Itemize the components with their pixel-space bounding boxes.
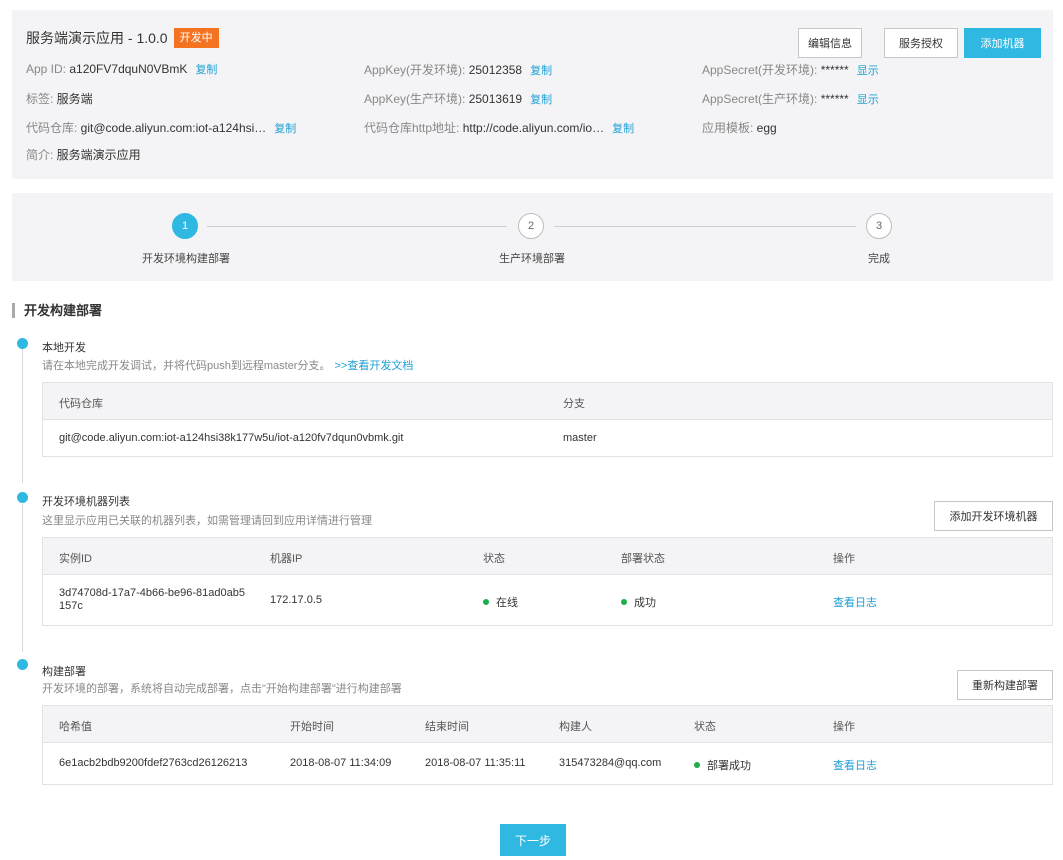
copy-repo-link[interactable]: 复制 [274, 123, 296, 135]
col-machine-ip: 机器IP [270, 553, 303, 565]
repo-field: 代码仓库: git@code.aliyun.com:iot-a124hsi… 复制 [26, 121, 297, 135]
status-badge: 开发中 [173, 28, 219, 48]
template-field: 应用模板: egg [702, 121, 777, 135]
appkey-prod-field: AppKey(生产环境): 25013619 复制 [364, 92, 553, 106]
section-title: 开发构建部署 [12, 303, 102, 318]
step-1-label: 开发环境构建部署 [142, 253, 230, 265]
repo-http-field: 代码仓库http地址: http://code.aliyun.com/io… 复制 [364, 121, 635, 135]
build-desc: 开发环境的部署，系统将自动完成部署，点击"开始构建部署"进行构建部署 [42, 683, 402, 695]
copy-appkey-prod-link[interactable]: 复制 [530, 94, 552, 106]
appsecret-dev-field: AppSecret(开发环境): ****** 显示 [702, 63, 879, 77]
machines-desc: 这里显示应用已关联的机器列表，如需管理请回到应用详情进行管理 [42, 515, 372, 527]
build-status-cell: 部署成功 [694, 757, 751, 773]
local-dev-title: 本地开发 [42, 342, 86, 354]
success-dot-icon [621, 599, 627, 606]
col-hash: 哈希值 [59, 721, 92, 733]
appkey-dev-value: 25012358 [468, 63, 523, 77]
machine-view-log-link[interactable]: 查看日志 [833, 594, 877, 610]
progress-steps: 1 2 3 开发环境构建部署 生产环境部署 完成 [12, 193, 1053, 281]
step-3-label: 完成 [868, 253, 890, 265]
machine-deploy-status-cell: 成功 [621, 594, 656, 610]
build-table-header [43, 706, 1052, 743]
app-name: 服务端演示应用 - 1.0.0 [26, 30, 168, 46]
service-auth-button[interactable]: 服务授权 [884, 28, 958, 58]
instance-id-cell: 3d74708d-17a7-4b66-be96-81ad0ab5157c [59, 587, 245, 612]
deploy-success-dot-icon [694, 762, 700, 769]
edit-info-button[interactable]: 编辑信息 [798, 28, 862, 58]
appsecret-prod-field: AppSecret(生产环境): ****** 显示 [702, 92, 879, 106]
next-step-button[interactable]: 下一步 [500, 824, 566, 856]
repo-table: 代码仓库 分支 git@code.aliyun.com:iot-a124hsi3… [42, 382, 1053, 457]
timeline-dot-build [17, 659, 28, 670]
repo-http-value: http://code.aliyun.com/io… [462, 121, 605, 135]
col-build-actions: 操作 [833, 721, 855, 733]
copy-app-id-link[interactable]: 复制 [195, 64, 217, 76]
app-id-value: a120FV7dquN0VBmK [69, 62, 188, 76]
copy-appkey-dev-link[interactable]: 复制 [530, 65, 552, 77]
repo-url-cell: git@code.aliyun.com:iot-a124hsi38k177w5u… [59, 432, 404, 444]
machines-title: 开发环境机器列表 [42, 496, 130, 508]
repo-value: git@code.aliyun.com:iot-a124hsi… [80, 121, 267, 135]
start-time-cell: 2018-08-07 11:34:09 [290, 757, 392, 769]
timeline-dot-local-dev [17, 338, 28, 349]
machine-ip-cell: 172.17.0.5 [270, 594, 322, 606]
machine-status-cell: 在线 [483, 594, 518, 610]
dev-doc-link[interactable]: >>查看开发文档 [334, 360, 413, 372]
col-instance-id: 实例ID [59, 553, 92, 565]
intro-value: 服务端演示应用 [56, 148, 141, 162]
timeline-line-1 [22, 347, 23, 483]
col-builder: 构建人 [559, 721, 592, 733]
show-appsecret-dev-link[interactable]: 显示 [857, 65, 879, 77]
build-view-log-link[interactable]: 查看日志 [833, 757, 877, 773]
timeline-line-2 [22, 504, 23, 652]
appkey-dev-field: AppKey(开发环境): 25012358 复制 [364, 63, 553, 77]
appkey-prod-value: 25013619 [468, 92, 523, 106]
appsecret-dev-value: ****** [820, 63, 849, 77]
local-dev-desc: 请在本地完成开发调试，并将代码push到远程master分支。 >>查看开发文档 [42, 360, 414, 372]
hash-cell: 6e1acb2bdb9200fdef2763cd26126213 [59, 757, 248, 769]
show-appsecret-prod-link[interactable]: 显示 [857, 94, 879, 106]
col-branch: 分支 [563, 398, 585, 410]
builder-cell: 315473284@qq.com [559, 757, 662, 769]
app-id-field: App ID: a120FV7dquN0VBmK 复制 [26, 62, 218, 76]
repo-table-header [43, 383, 1052, 420]
intro-field: 简介: 服务端演示应用 [26, 148, 141, 162]
step-connector-2 [554, 226, 856, 227]
tag-field: 标签: 服务端 [26, 92, 93, 106]
machines-table-header [43, 538, 1052, 575]
app-title: 服务端演示应用 - 1.0.0 开发中 [26, 28, 219, 48]
col-start-time: 开始时间 [290, 721, 334, 733]
build-table: 哈希值 开始时间 结束时间 构建人 状态 操作 6e1acb2bdb9200fd… [42, 705, 1053, 785]
online-dot-icon [483, 599, 489, 606]
template-value: egg [756, 121, 777, 135]
machines-table: 实例ID 机器IP 状态 部署状态 操作 3d74708d-17a7-4b66-… [42, 537, 1053, 626]
app-info-card: 服务端演示应用 - 1.0.0 开发中 编辑信息 服务授权 添加机器 App I… [12, 10, 1053, 179]
add-machine-button[interactable]: 添加机器 [964, 28, 1041, 58]
col-deploy-status: 部署状态 [621, 553, 665, 565]
appsecret-prod-value: ****** [820, 92, 849, 106]
step-2-circle: 2 [518, 213, 544, 239]
step-3-circle: 3 [866, 213, 892, 239]
step-connector-1 [207, 226, 507, 227]
add-dev-machine-button[interactable]: 添加开发环境机器 [934, 501, 1053, 531]
col-status: 状态 [483, 553, 505, 565]
timeline-dot-machines [17, 492, 28, 503]
branch-cell: master [563, 432, 597, 444]
copy-repo-http-link[interactable]: 复制 [612, 123, 634, 135]
step-1-circle: 1 [172, 213, 198, 239]
col-end-time: 结束时间 [425, 721, 469, 733]
step-2-label: 生产环境部署 [499, 253, 565, 265]
col-repo: 代码仓库 [59, 398, 103, 410]
build-title: 构建部署 [42, 666, 86, 678]
rebuild-button[interactable]: 重新构建部署 [957, 670, 1053, 700]
col-build-status: 状态 [694, 721, 716, 733]
col-actions: 操作 [833, 553, 855, 565]
tag-value: 服务端 [56, 92, 93, 106]
end-time-cell: 2018-08-07 11:35:11 [425, 757, 526, 769]
